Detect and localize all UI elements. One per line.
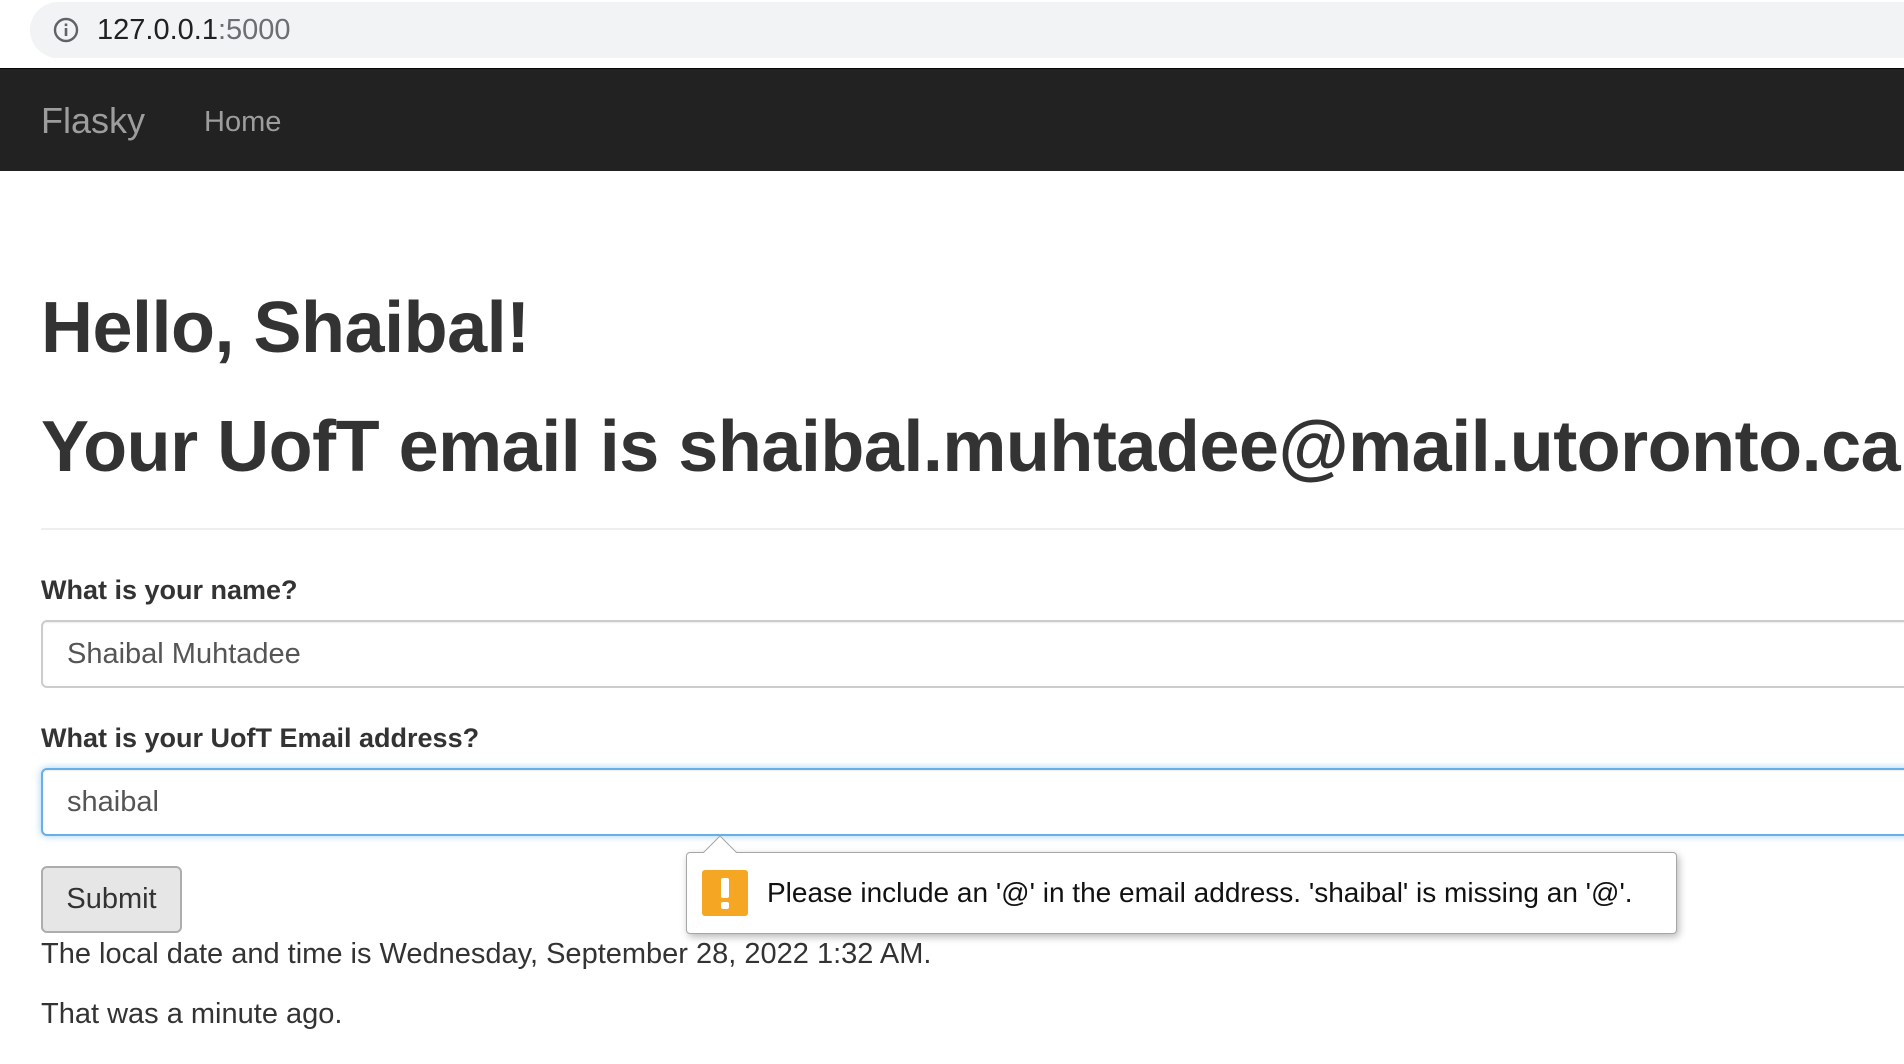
url-port: :5000 [217, 14, 291, 46]
name-input[interactable] [41, 620, 1904, 688]
url-host: 127.0.0.1 [97, 14, 218, 46]
local-time-text: The local date and time is Wednesday, Se… [41, 938, 932, 970]
navbar: Flasky Home [0, 68, 1904, 171]
divider [41, 528, 1904, 530]
warning-icon [702, 870, 748, 916]
submit-button[interactable]: Submit [41, 866, 182, 933]
address-bar[interactable] [30, 2, 1904, 58]
email-heading: Your UofT email is shaibal.muhtadee@mail… [41, 407, 1901, 487]
greeting-heading: Hello, Shaibal! [41, 288, 530, 368]
address-url[interactable]: 127.0.0.1:5000 [97, 12, 291, 48]
tooltip-arrow [703, 835, 737, 853]
email-label: What is your UofT Email address? [41, 723, 480, 753]
email-input[interactable] [41, 768, 1904, 836]
warning-icon-bar [721, 878, 729, 898]
validation-tooltip: Please include an '@' in the email addre… [686, 852, 1677, 934]
relative-time-text: That was a minute ago. [41, 998, 343, 1030]
name-label: What is your name? [41, 575, 298, 605]
browser-toolbar: 127.0.0.1:5000 [0, 0, 1904, 68]
navbar-brand[interactable]: Flasky [41, 101, 145, 141]
warning-icon-dot [721, 902, 729, 909]
validation-message: Please include an '@' in the email addre… [767, 877, 1633, 908]
info-icon[interactable] [52, 16, 80, 44]
nav-link-home[interactable]: Home [204, 105, 281, 139]
